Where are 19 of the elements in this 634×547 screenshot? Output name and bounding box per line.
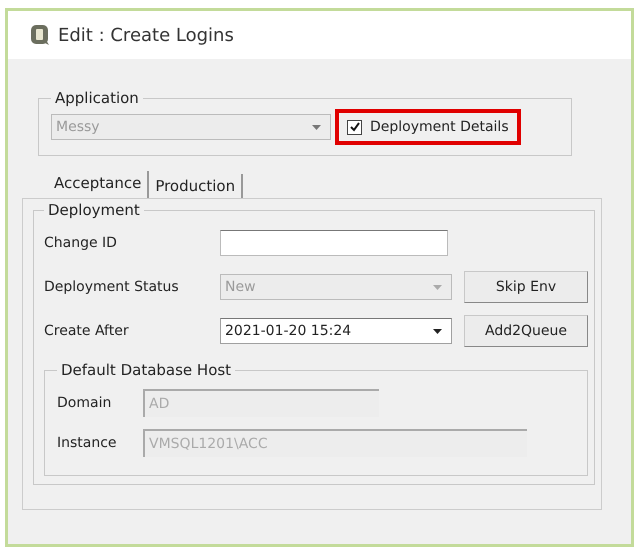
tab[interactable]: Production bbox=[149, 174, 244, 198]
action-button[interactable]: Add2Queue bbox=[464, 315, 588, 347]
tab[interactable]: Acceptance bbox=[48, 171, 150, 198]
field-label: Create After bbox=[44, 323, 130, 339]
dropdown[interactable]: 2021-01-20 15:24 bbox=[220, 318, 452, 344]
window-title: Edit : Create Logins bbox=[58, 24, 234, 46]
field-label: Instance bbox=[57, 435, 118, 451]
field-label: Domain bbox=[57, 395, 112, 411]
field-label: Deployment Status bbox=[44, 279, 180, 295]
group-label: Deployment bbox=[47, 201, 141, 219]
dropdown-arrow-icon bbox=[433, 284, 442, 290]
group-label: Application bbox=[54, 89, 140, 107]
app-icon bbox=[30, 24, 50, 46]
checkbox-label: Deployment Details bbox=[370, 119, 509, 135]
input-field[interactable] bbox=[220, 230, 448, 256]
group-label: Default Database Host bbox=[60, 361, 232, 379]
field-label: Change ID bbox=[44, 235, 118, 251]
dropdown-arrow-icon bbox=[312, 124, 321, 130]
dropdown-arrow-icon bbox=[433, 328, 442, 334]
